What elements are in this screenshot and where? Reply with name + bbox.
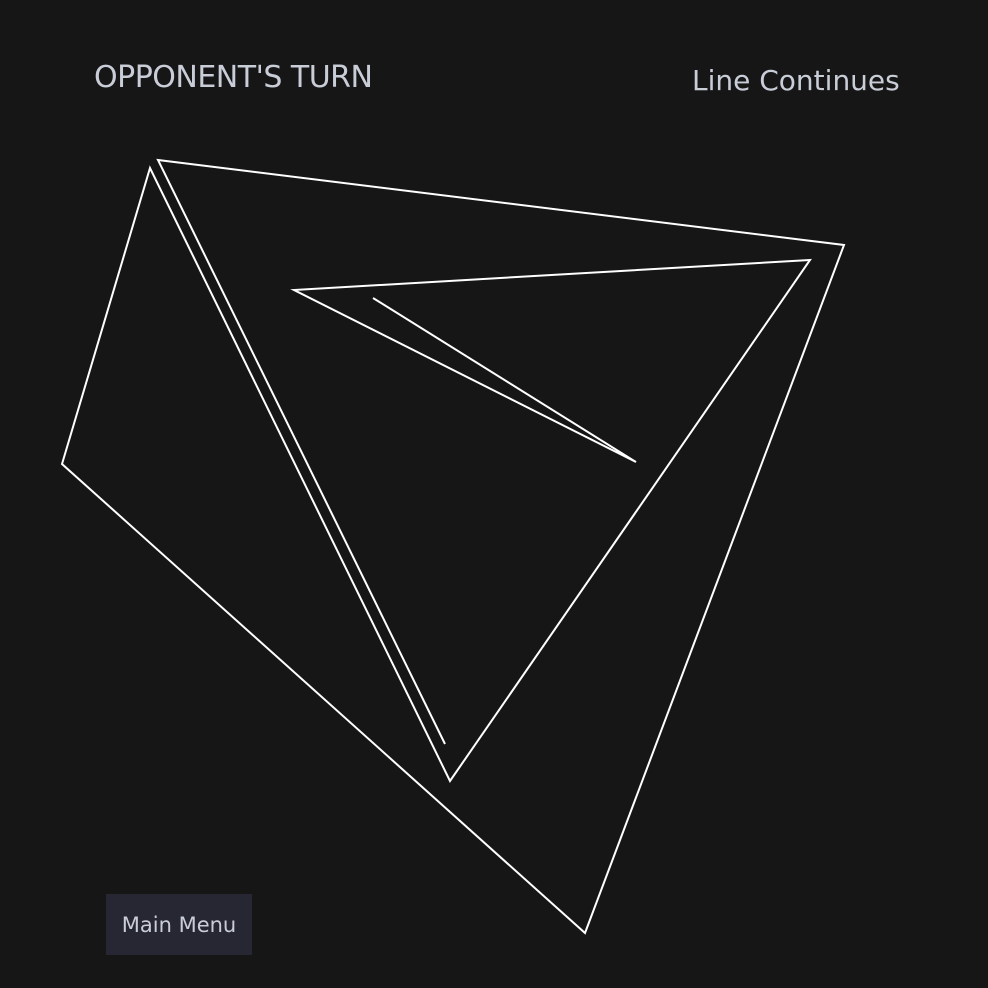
game-board[interactable] bbox=[0, 0, 988, 988]
drawn-line bbox=[60, 158, 846, 935]
main-menu-button[interactable]: Main Menu bbox=[106, 894, 252, 955]
game-screen: OPPONENT'S TURN Line Continues Main Menu bbox=[0, 0, 988, 988]
